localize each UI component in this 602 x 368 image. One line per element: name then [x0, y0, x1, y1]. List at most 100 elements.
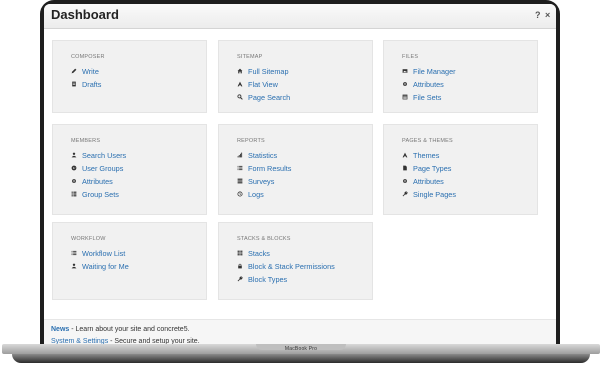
panel-item-attributes[interactable]: Attributes: [402, 79, 444, 89]
panel-item-label: Surveys: [248, 176, 275, 186]
panel-item-write[interactable]: Write: [71, 66, 99, 76]
globe-icon: [71, 165, 77, 171]
pencil-icon: [71, 68, 77, 74]
model-label: MacBook Pro: [284, 346, 318, 352]
th-icon: [237, 250, 243, 256]
dashboard-content: Composer Write Drafts Sitemap Full Sitemap Fl…: [44, 29, 556, 319]
panel-item-label: Page Types: [413, 163, 452, 173]
panel-item-attributes[interactable]: Attributes: [71, 176, 113, 186]
panel-item-label: File Sets: [413, 92, 442, 102]
panel-title: Workflow: [71, 236, 106, 242]
panel-item-workflow-list[interactable]: Workflow List: [71, 248, 125, 258]
panel-item-search-users[interactable]: Search Users: [71, 150, 126, 160]
panel-item-label: Block & Stack Permissions: [248, 261, 335, 271]
picture-icon: [402, 68, 408, 74]
panel-stacks-and-blocks: Stacks & Blocks Stacks Block & Stack Permi…: [218, 222, 373, 300]
window-title: Dashboard: [51, 7, 119, 22]
cog-icon: [402, 178, 408, 184]
panel-item-user-groups[interactable]: User Groups: [71, 163, 123, 173]
panel-item-group-sets[interactable]: Group Sets: [71, 189, 119, 199]
cog-icon: [71, 178, 77, 184]
search-icon: [237, 94, 243, 100]
panel-item-label: Stacks: [248, 248, 270, 258]
list-icon: [71, 250, 77, 256]
panel-item-label: Drafts: [82, 79, 102, 89]
news-link[interactable]: News: [51, 326, 69, 333]
news-line: News - Learn about your site and concret…: [51, 326, 190, 333]
panel-item-label: Block Types: [248, 274, 288, 284]
panel-item-label: User Groups: [82, 163, 124, 173]
panel-item-label: Attributes: [413, 79, 444, 89]
panel-item-file-manager[interactable]: File Manager: [402, 66, 456, 76]
panel-item-label: Full Sitemap: [248, 66, 289, 76]
title-bar: Dashboard ? ×: [44, 4, 556, 29]
panel-item-single-pages[interactable]: Single Pages: [402, 189, 456, 199]
panel-members: Members Search Users User Groups Attributes…: [52, 124, 207, 215]
document-icon: [71, 81, 77, 87]
panel-item-logs[interactable]: Logs: [237, 189, 264, 199]
panel-item-surveys[interactable]: Surveys: [237, 176, 274, 186]
panel-files: Files File Manager Attributes File Sets: [383, 40, 538, 113]
panel-item-label: Logs: [248, 189, 264, 199]
list-alt-icon: [402, 94, 408, 100]
footer: News - Learn about your site and concret…: [44, 319, 556, 346]
dashboard-window: Dashboard ? × Composer Write Drafts Sitemap…: [44, 4, 556, 346]
panel-item-label: Statistics: [248, 150, 278, 160]
news-description: - Learn about your site and concrete5.: [69, 326, 190, 333]
tasks-icon: [237, 178, 243, 184]
panel-item-form-results[interactable]: Form Results: [237, 163, 291, 173]
panel-composer: Composer Write Drafts: [52, 40, 207, 113]
panel-workflow: Workflow Workflow List Waiting for Me: [52, 222, 207, 300]
font-icon: [402, 152, 408, 158]
th-list-icon: [71, 191, 77, 197]
panel-item-label: Workflow List: [82, 248, 126, 258]
panel-item-drafts[interactable]: Drafts: [71, 79, 101, 89]
panel-title: Files: [402, 54, 419, 60]
panel-item-stacks[interactable]: Stacks: [237, 248, 270, 258]
panel-item-waiting-for-me[interactable]: Waiting for Me: [71, 261, 129, 271]
panel-title: Stacks & Blocks: [237, 236, 291, 242]
panel-title: Composer: [71, 54, 105, 60]
panel-item-block-types[interactable]: Block Types: [237, 274, 287, 284]
panel-title: Reports: [237, 138, 265, 144]
panel-item-label: Attributes: [82, 176, 113, 186]
lock-icon: [237, 263, 243, 269]
panel-item-statistics[interactable]: Statistics: [237, 150, 277, 160]
panel-item-block-and-stack-permissions[interactable]: Block & Stack Permissions: [237, 261, 335, 271]
close-button[interactable]: ×: [545, 10, 550, 20]
panel-item-label: Form Results: [248, 163, 292, 173]
file-icon: [402, 165, 408, 171]
panel-item-label: Themes: [413, 150, 440, 160]
panel-reports: Reports Statistics Form Results Surveys Logs: [218, 124, 373, 215]
panel-item-label: Single Pages: [413, 189, 457, 199]
panel-item-attributes[interactable]: Attributes: [402, 176, 444, 186]
panel-item-themes[interactable]: Themes: [402, 150, 439, 160]
panel-pages-and-themes: Pages & Themes Themes Page Types Attributes…: [383, 124, 538, 215]
panel-item-label: Attributes: [413, 176, 444, 186]
laptop-base: MacBook Pro: [2, 344, 600, 364]
list-icon: [237, 165, 243, 171]
panel-item-page-search[interactable]: Page Search: [237, 92, 290, 102]
panel-title: Sitemap: [237, 54, 263, 60]
user-icon: [71, 263, 77, 269]
panel-item-flat-view[interactable]: Flat View: [237, 79, 278, 89]
panel-title: Members: [71, 138, 101, 144]
wrench-icon: [402, 191, 408, 197]
panel-item-label: Page Search: [248, 92, 291, 102]
panel-item-label: Group Sets: [82, 189, 119, 199]
wrench-icon: [237, 276, 243, 282]
panel-item-file-sets[interactable]: File Sets: [402, 92, 441, 102]
panel-item-label: File Manager: [413, 66, 456, 76]
panel-item-full-sitemap[interactable]: Full Sitemap: [237, 66, 289, 76]
panel-sitemap: Sitemap Full Sitemap Flat View Page Search: [218, 40, 373, 113]
user-icon: [71, 152, 77, 158]
signal-icon: [237, 152, 243, 158]
clock-icon: [237, 191, 243, 197]
panel-item-label: Search Users: [82, 150, 127, 160]
help-button[interactable]: ?: [535, 10, 541, 20]
font-icon: [237, 81, 243, 87]
panel-item-page-types[interactable]: Page Types: [402, 163, 451, 173]
panel-title: Pages & Themes: [402, 138, 453, 144]
home-icon: [237, 68, 243, 74]
panel-item-label: Flat View: [248, 79, 278, 89]
